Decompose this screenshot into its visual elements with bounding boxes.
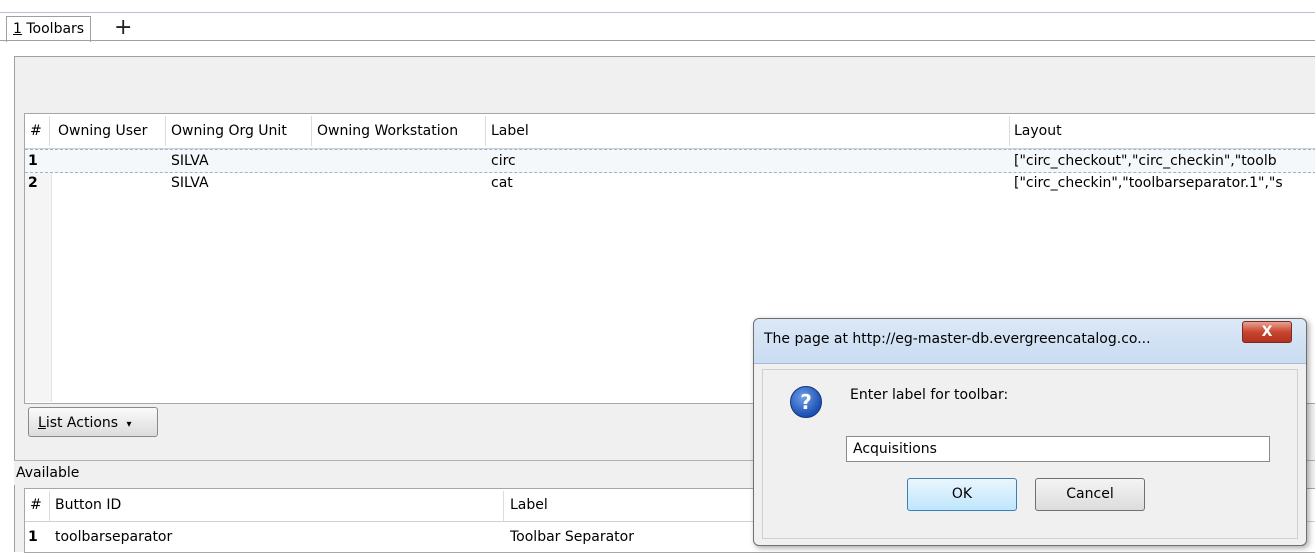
- col-separator: [49, 491, 50, 521]
- col-owning-org-unit[interactable]: Owning Org Unit: [171, 114, 287, 148]
- ok-button[interactable]: OK: [907, 478, 1017, 511]
- tab-divider: [0, 40, 1315, 41]
- row-number: 1: [28, 529, 38, 545]
- col-label[interactable]: Label: [491, 114, 529, 148]
- col-separator: [503, 491, 504, 521]
- question-icon: ?: [790, 386, 822, 418]
- dialog-title: The page at http://eg-master-db.evergree…: [764, 331, 1151, 347]
- add-tab-button[interactable]: +: [114, 17, 132, 39]
- cell-org-unit: SILVA: [171, 175, 209, 191]
- col-separator: [485, 116, 486, 146]
- list-actions-button[interactable]: List Actions ▾: [28, 407, 158, 437]
- col-button-id[interactable]: Button ID: [55, 489, 121, 521]
- tab-toolbars[interactable]: 1 Toolbars: [6, 16, 92, 42]
- tab-bar: 1 Toolbars +: [0, 13, 1315, 42]
- prompt-dialog: The page at http://eg-master-db.evergree…: [753, 318, 1307, 546]
- col-owning-user[interactable]: Owning User: [58, 114, 147, 148]
- dialog-titlebar: The page at http://eg-master-db.evergree…: [754, 319, 1306, 364]
- chevron-down-icon: ▾: [126, 419, 132, 430]
- col-label[interactable]: Label: [510, 489, 548, 521]
- col-separator: [311, 116, 312, 146]
- table-row[interactable]: 2 SILVA cat ["circ_checkin","toolbarsepa…: [25, 172, 1315, 194]
- cell-layout: ["circ_checkout","circ_checkin","toolb: [1014, 153, 1277, 169]
- toolbar-label-input[interactable]: [846, 436, 1270, 462]
- close-button[interactable]: X: [1242, 321, 1292, 343]
- col-separator: [165, 116, 166, 146]
- col-number[interactable]: #: [30, 114, 42, 148]
- cell-label: cat: [491, 175, 513, 191]
- cell-org-unit: SILVA: [171, 153, 209, 169]
- cancel-button[interactable]: Cancel: [1035, 478, 1145, 511]
- col-separator: [49, 116, 50, 146]
- col-layout[interactable]: Layout: [1014, 114, 1062, 148]
- col-separator: [1009, 116, 1010, 146]
- table-row[interactable]: 1 SILVA circ ["circ_checkout","circ_chec…: [25, 149, 1315, 173]
- row-number: 1: [28, 153, 38, 169]
- cell-label: circ: [491, 153, 516, 169]
- cell-layout: ["circ_checkin","toolbarseparator.1","s: [1014, 175, 1283, 191]
- grid-header: # Owning User Owning Org Unit Owning Wor…: [25, 114, 1315, 149]
- row-number: 2: [28, 175, 38, 191]
- dialog-prompt: Enter label for toolbar:: [850, 387, 1009, 403]
- close-icon: X: [1261, 324, 1273, 340]
- cell-button-id: toolbarseparator: [55, 529, 173, 545]
- cell-label: Toolbar Separator: [510, 529, 634, 545]
- col-number[interactable]: #: [30, 489, 42, 521]
- col-owning-workstation[interactable]: Owning Workstation: [317, 114, 458, 148]
